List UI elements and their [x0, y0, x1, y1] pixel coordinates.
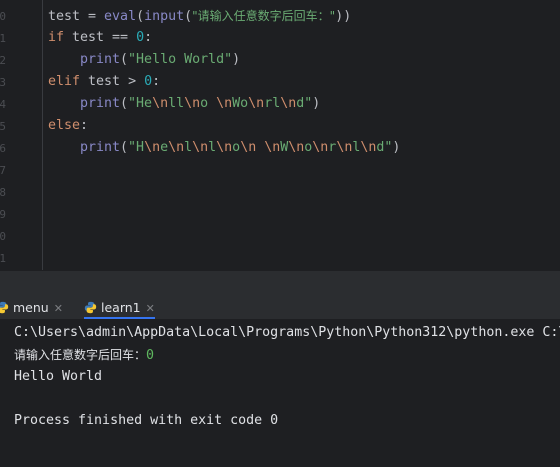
line-number: 8: [0, 186, 6, 199]
python-icon: [0, 301, 9, 314]
run-console-output[interactable]: C:\Users\admin\AppData\Local\Programs\Py…: [0, 319, 560, 467]
line-number: 7: [0, 164, 6, 177]
line-number: 0: [0, 230, 6, 243]
close-icon[interactable]: ✕: [54, 302, 63, 315]
tab-menu[interactable]: menu ✕: [0, 297, 63, 319]
console-output-line: Hello World: [14, 369, 103, 384]
line-number: 6: [0, 142, 6, 155]
code-line-4[interactable]: elif test > 0:: [48, 71, 160, 93]
console-exit-message: Process finished with exit code 0: [14, 413, 279, 428]
code-line-6[interactable]: else:: [48, 115, 88, 137]
close-icon[interactable]: ✕: [146, 302, 155, 315]
line-number: 9: [0, 208, 6, 221]
code-line-7[interactable]: print("H\ne\nl\nl\no\n \nW\no\nr\nl\nd"): [80, 137, 400, 159]
line-number: 1: [0, 32, 6, 45]
line-number: 2: [0, 54, 6, 67]
gutter-separator: [42, 0, 43, 270]
line-number: 3: [0, 76, 6, 89]
code-line-1[interactable]: test = eval(input("请输入任意数字后回车：")): [48, 5, 351, 27]
line-number: 0: [0, 10, 6, 23]
line-number: 5: [0, 120, 6, 133]
console-command-line: C:\Users\admin\AppData\Local\Programs\Py…: [14, 325, 560, 340]
code-line-5[interactable]: print("He\nll\no \nWo\nrl\nd"): [80, 93, 320, 115]
tab-learn1[interactable]: learn1 ✕: [84, 297, 155, 319]
line-number: 4: [0, 98, 6, 111]
code-line-2[interactable]: if test == 0:: [48, 27, 152, 49]
run-tool-window-tabs: menu ✕ learn1 ✕: [0, 297, 560, 319]
panel-splitter[interactable]: [0, 270, 560, 298]
python-icon: [84, 301, 97, 314]
code-editor[interactable]: 0 1 2 3 4 5 6 7 8 9 0 1 test = eval(inpu…: [0, 0, 560, 270]
line-number: 1: [0, 252, 6, 265]
line-number-gutter: 0 1 2 3 4 5 6 7 8 9 0 1: [0, 0, 42, 270]
console-user-input: 0: [146, 348, 155, 363]
code-line-3[interactable]: print("Hello World"): [80, 49, 240, 71]
console-prompt-line: 请输入任意数字后回车：0: [14, 348, 155, 363]
